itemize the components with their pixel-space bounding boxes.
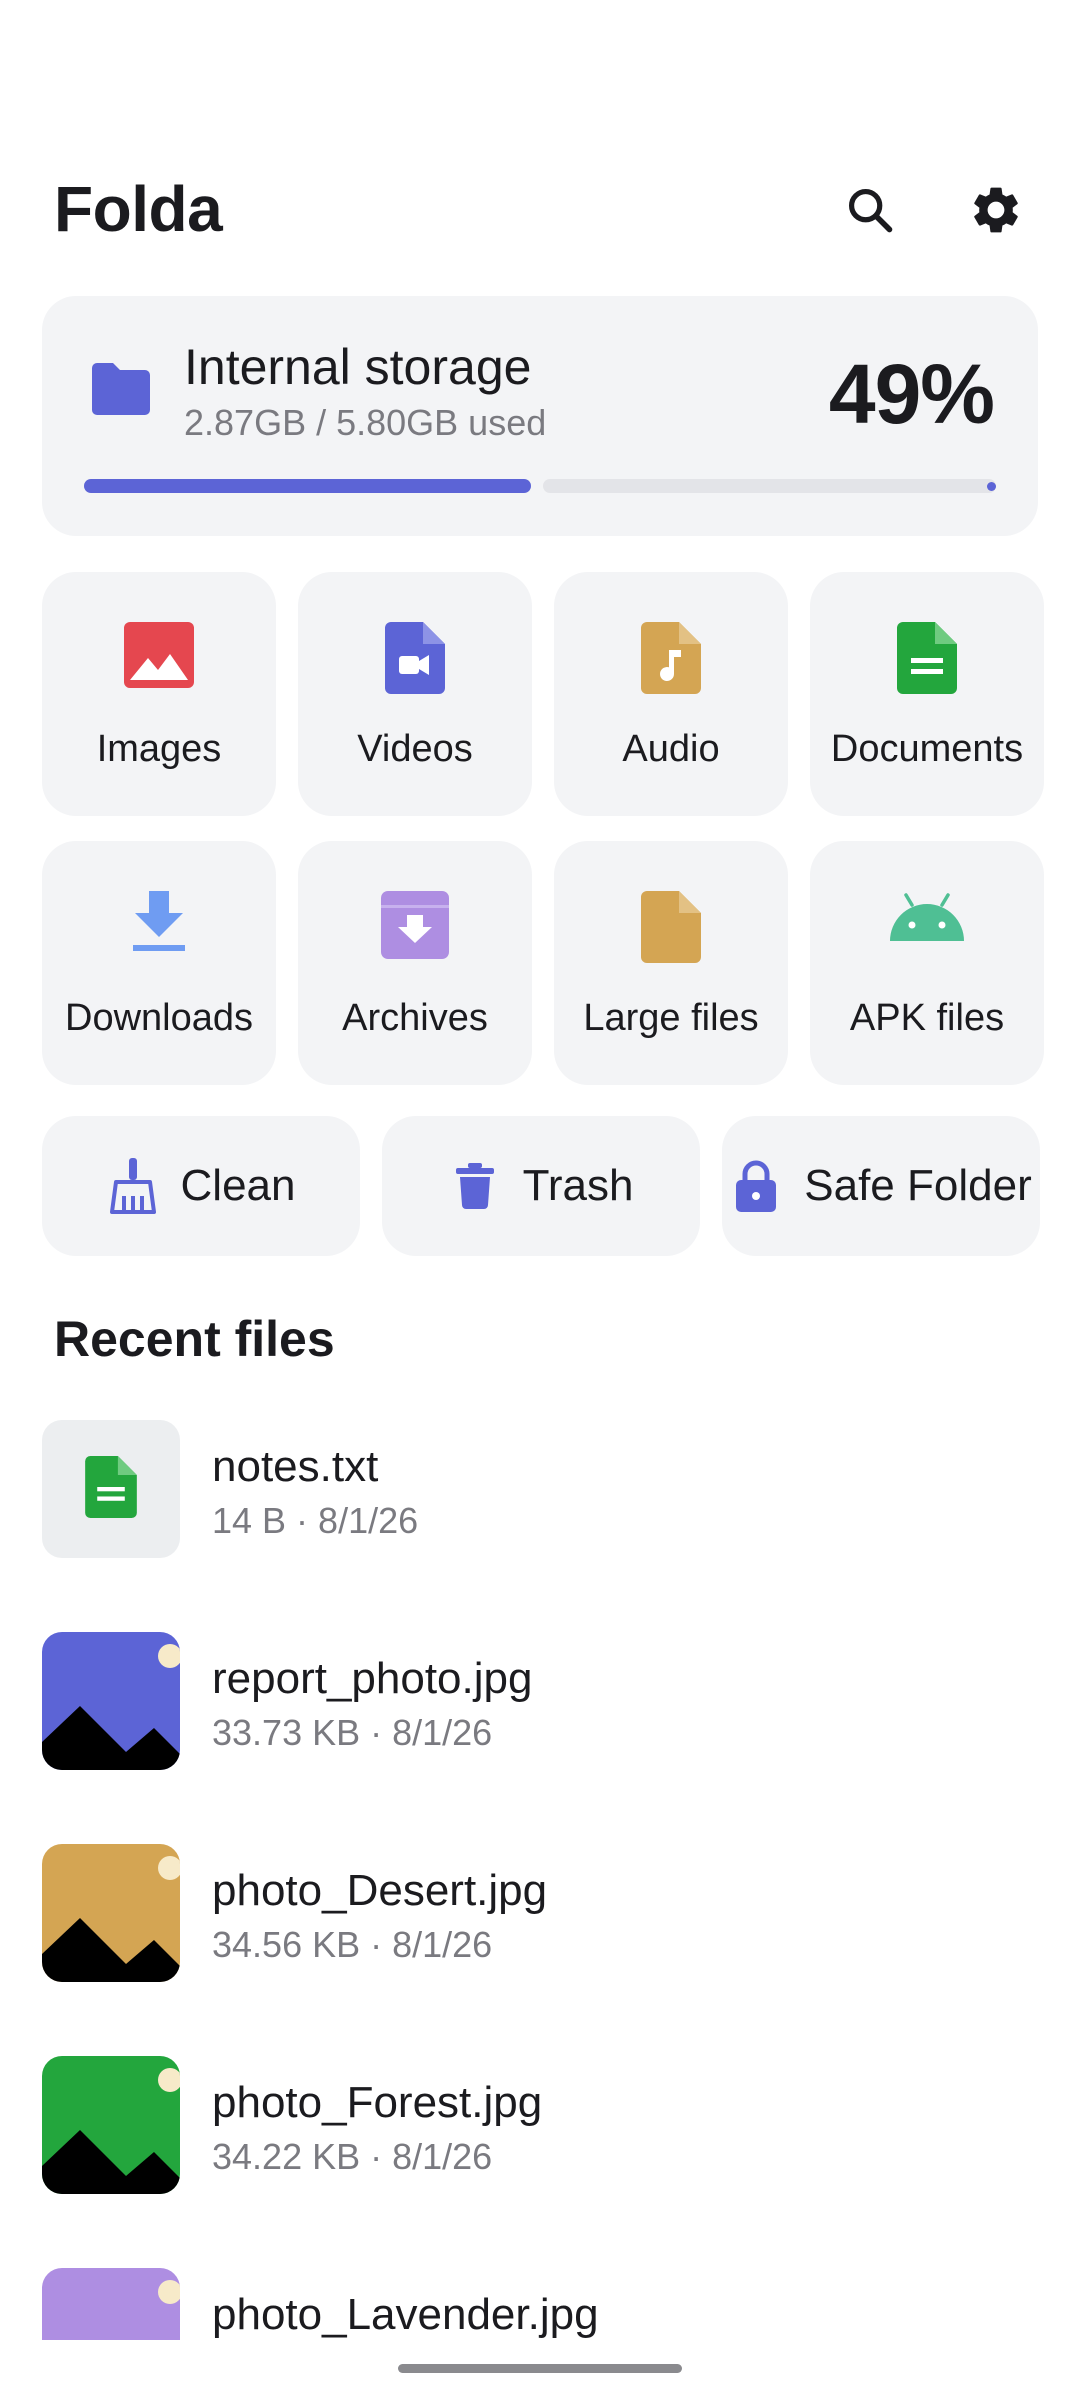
category-large-files[interactable]: Large files bbox=[554, 841, 788, 1085]
storage-title: Internal storage bbox=[184, 339, 532, 395]
file-row-report-photo[interactable]: report_photo.jpg 33.73 KB · 8/1/26 bbox=[0, 1632, 1080, 1844]
clean-button[interactable]: Clean bbox=[42, 1116, 360, 1256]
recent-files-title: Recent files bbox=[54, 1311, 335, 1367]
lock-icon bbox=[730, 1158, 782, 1214]
internal-storage-card[interactable]: Internal storage 2.87GB / 5.80GB used 49… bbox=[42, 296, 1038, 536]
app-title: Folda bbox=[54, 173, 223, 245]
gesture-home-bar[interactable] bbox=[398, 2364, 682, 2373]
progress-end-dot bbox=[987, 482, 996, 491]
gear-icon bbox=[968, 182, 1024, 243]
storage-progress-bar bbox=[84, 479, 996, 493]
category-label: Large files bbox=[583, 997, 759, 1039]
category-downloads[interactable]: Downloads bbox=[42, 841, 276, 1085]
file-row-photo-lavender[interactable]: photo_Lavender.jpg bbox=[0, 2268, 1080, 2340]
storage-used-text: 2.87GB / 5.80GB used bbox=[184, 402, 547, 443]
file-name: photo_Forest.jpg bbox=[212, 2078, 543, 2127]
file-meta: 33.73 KB · 8/1/26 bbox=[212, 1712, 493, 1753]
search-button[interactable] bbox=[830, 172, 910, 252]
category-label: Images bbox=[96, 728, 222, 770]
file-meta: 34.22 KB · 8/1/26 bbox=[212, 2136, 493, 2177]
app-screen: Folda Internal storage 2.87GB / 5.80GB u… bbox=[0, 0, 1080, 2400]
folder-icon bbox=[88, 362, 154, 421]
image-icon bbox=[124, 622, 194, 694]
recent-files-list: notes.txt 14 B · 8/1/26 report_photo.jpg… bbox=[0, 1420, 1080, 2340]
file-name: photo_Lavender.jpg bbox=[212, 2290, 599, 2339]
category-videos[interactable]: Videos bbox=[298, 572, 532, 816]
trash-button[interactable]: Trash bbox=[382, 1116, 700, 1256]
file-meta: 34.56 KB · 8/1/26 bbox=[212, 1924, 493, 1965]
file-row-photo-forest[interactable]: photo_Forest.jpg 34.22 KB · 8/1/26 bbox=[0, 2056, 1080, 2268]
search-icon bbox=[844, 184, 896, 241]
file-name: report_photo.jpg bbox=[212, 1654, 533, 1703]
settings-button[interactable] bbox=[956, 172, 1036, 252]
broom-icon bbox=[107, 1158, 159, 1214]
progress-fill bbox=[84, 479, 531, 493]
file-meta: 14 B · 8/1/26 bbox=[212, 1500, 419, 1541]
clean-label: Clean bbox=[180, 1161, 296, 1210]
file-name: notes.txt bbox=[212, 1442, 379, 1491]
image-thumbnail bbox=[42, 2268, 180, 2340]
category-documents[interactable]: Documents bbox=[810, 572, 1044, 816]
category-label: Audio bbox=[622, 728, 720, 770]
category-apk-files[interactable]: APK files bbox=[810, 841, 1044, 1085]
android-icon bbox=[886, 891, 968, 963]
storage-percent: 49% bbox=[828, 347, 995, 441]
image-thumbnail bbox=[42, 1632, 180, 1770]
trash-label: Trash bbox=[522, 1161, 634, 1210]
category-label: Downloads bbox=[65, 997, 253, 1039]
file-name: photo_Desert.jpg bbox=[212, 1866, 548, 1915]
category-label: Videos bbox=[357, 728, 473, 770]
file-row-photo-desert[interactable]: photo_Desert.jpg 34.56 KB · 8/1/26 bbox=[0, 1844, 1080, 2056]
safe-folder-button[interactable]: Safe Folder bbox=[722, 1116, 1040, 1256]
file-row-notes[interactable]: notes.txt 14 B · 8/1/26 bbox=[0, 1420, 1080, 1632]
category-archives[interactable]: Archives bbox=[298, 841, 532, 1085]
file-icon bbox=[641, 891, 701, 963]
document-icon bbox=[85, 1455, 137, 1523]
category-images[interactable]: Images bbox=[42, 572, 276, 816]
archive-icon bbox=[381, 891, 449, 963]
progress-track bbox=[543, 479, 996, 493]
document-icon bbox=[897, 622, 957, 694]
music-file-icon bbox=[641, 622, 701, 694]
top-app-bar: Folda bbox=[0, 150, 1080, 270]
video-file-icon bbox=[385, 622, 445, 694]
category-label: Documents bbox=[830, 728, 1024, 770]
download-icon bbox=[131, 891, 187, 963]
category-audio[interactable]: Audio bbox=[554, 572, 788, 816]
trash-icon bbox=[449, 1158, 501, 1214]
category-label: Archives bbox=[342, 997, 488, 1039]
safe-folder-label: Safe Folder bbox=[804, 1161, 1032, 1210]
category-label: APK files bbox=[849, 997, 1005, 1039]
file-thumbnail bbox=[42, 1420, 180, 1558]
image-thumbnail bbox=[42, 2056, 180, 2194]
image-thumbnail bbox=[42, 1844, 180, 1982]
